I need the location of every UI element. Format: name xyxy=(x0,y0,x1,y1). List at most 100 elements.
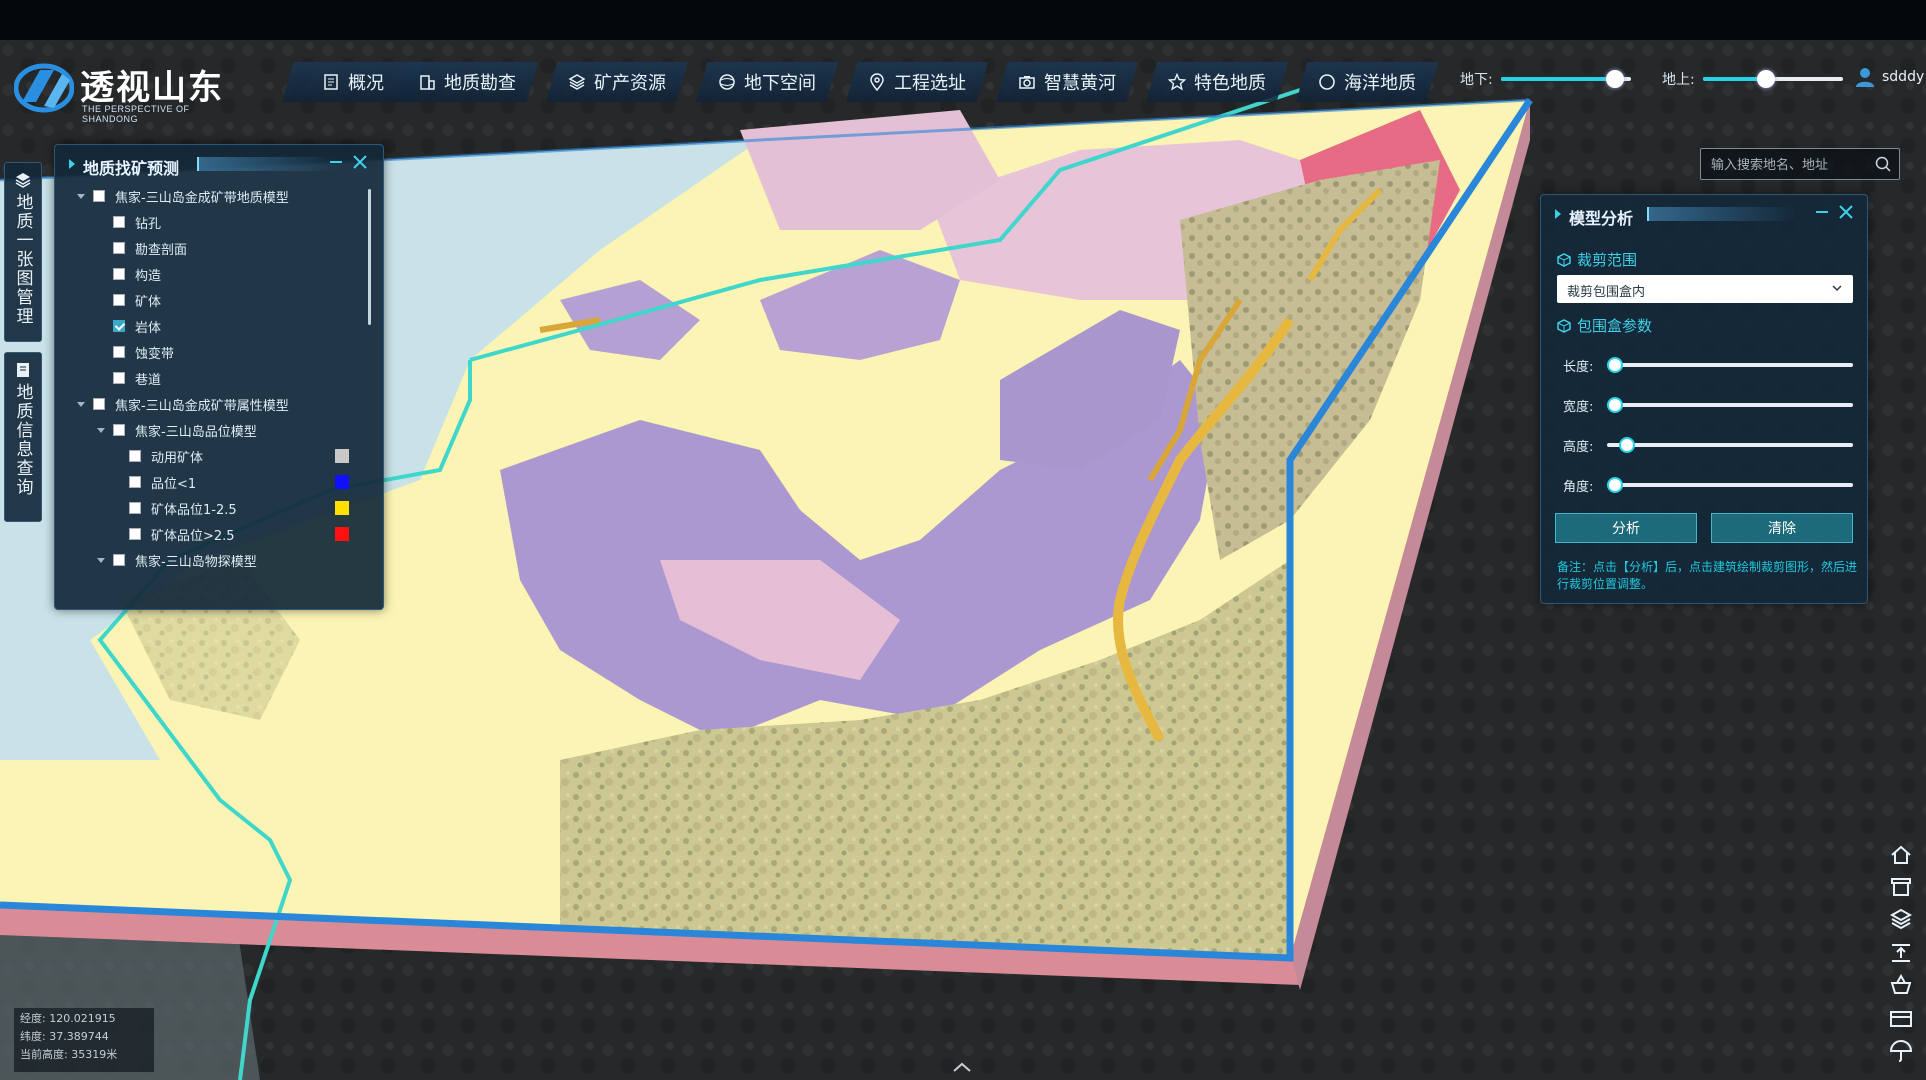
bbox-param-knob[interactable] xyxy=(1607,397,1623,413)
layer-tree-item[interactable]: 矿体 xyxy=(113,289,161,311)
layers-icon xyxy=(15,173,31,188)
bbox-param-knob[interactable] xyxy=(1607,357,1623,373)
nav-item-mineral-resources[interactable]: 矿产资源 xyxy=(546,62,688,102)
bbox-param-slider[interactable] xyxy=(1607,477,1853,493)
layer-tree-item[interactable]: 品位<1 xyxy=(129,471,196,493)
caret-right-icon xyxy=(1555,209,1561,219)
nav-label: 智慧黄河 xyxy=(1044,73,1116,94)
layer-tree-item[interactable]: 矿体品位>2.5 xyxy=(129,523,235,545)
cube-icon xyxy=(1557,252,1571,267)
latitude-readout: 纬度: 37.389744 xyxy=(20,1030,109,1043)
legend-swatch xyxy=(335,475,349,489)
expand-arrow-icon[interactable] xyxy=(97,557,105,563)
layer-checkbox[interactable] xyxy=(129,502,141,514)
user-menu[interactable]: sdddy xyxy=(1854,66,1924,88)
layer-tree-item[interactable]: 焦家-三山岛物探模型 xyxy=(97,549,257,571)
layer-tree-item[interactable]: 巷道 xyxy=(113,367,161,389)
panel-icon[interactable] xyxy=(1888,1006,1914,1032)
app-logo[interactable]: 透视山东 THE PERSPECTIVE OF SHANDONG xyxy=(14,58,244,124)
legend-swatch xyxy=(335,449,349,463)
umbrella-icon[interactable] xyxy=(1888,1038,1914,1064)
layers-icon[interactable] xyxy=(1888,906,1914,932)
layer-checkbox[interactable] xyxy=(113,372,125,384)
nav-item-smart-yellow-river[interactable]: 智慧黄河 xyxy=(996,62,1138,102)
ground-slider[interactable] xyxy=(1702,70,1843,88)
layers-icon xyxy=(568,73,586,91)
layer-tree: 焦家-三山岛金成矿带地质模型钻孔勘查剖面构造矿体岩体蚀变带巷道焦家-三山岛金成矿… xyxy=(55,185,365,601)
expand-arrow-icon[interactable] xyxy=(77,193,85,199)
layer-checkbox[interactable] xyxy=(113,424,125,436)
layer-tree-item[interactable]: 勘查剖面 xyxy=(113,237,187,259)
chevron-up-icon[interactable] xyxy=(950,1060,974,1074)
layer-checkbox[interactable] xyxy=(93,190,105,202)
bbox-param-knob[interactable] xyxy=(1607,477,1623,493)
clip-mode-select[interactable]: 裁剪包围盒内 xyxy=(1557,275,1853,303)
layer-tree-item[interactable]: 蚀变带 xyxy=(113,341,174,363)
close-icon[interactable] xyxy=(351,153,369,171)
underground-slider-knob[interactable] xyxy=(1606,70,1625,88)
layer-checkbox[interactable] xyxy=(129,476,141,488)
layer-checkbox[interactable] xyxy=(113,216,125,228)
nav-item-site-selection[interactable]: 工程选址 xyxy=(846,62,988,102)
layer-tree-item[interactable]: 焦家-三山岛品位模型 xyxy=(97,419,257,441)
nav-item-underground-space[interactable]: 地下空间 xyxy=(696,62,838,102)
basket-icon[interactable] xyxy=(1888,972,1914,998)
search-input[interactable] xyxy=(1709,153,1873,177)
nav-item-featured-geology[interactable]: 特色地质 xyxy=(1146,62,1288,102)
layer-label: 动用矿体 xyxy=(151,450,204,466)
layer-tree-item[interactable]: 钻孔 xyxy=(113,211,161,233)
layer-checkbox[interactable] xyxy=(113,554,125,566)
search-icon[interactable] xyxy=(1875,156,1891,172)
nav-item-geology-survey[interactable]: 地质勘查 xyxy=(396,62,538,102)
scrollbar[interactable] xyxy=(368,189,371,325)
underground-slider[interactable] xyxy=(1500,70,1631,88)
layer-tree-item[interactable]: 焦家-三山岛金成矿带属性模型 xyxy=(77,393,289,415)
bbox-param-row: 长度: xyxy=(1557,353,1857,377)
chevron-down-icon xyxy=(1832,285,1842,292)
home-icon[interactable] xyxy=(1888,842,1914,868)
analyze-button[interactable]: 分析 xyxy=(1555,513,1697,543)
layer-checkbox[interactable] xyxy=(129,450,141,462)
layer-checkbox[interactable] xyxy=(113,320,125,332)
bbox-param-slider[interactable] xyxy=(1607,397,1853,413)
tab-label: 地质一张图管理 xyxy=(12,193,33,326)
clip-range-label: 裁剪范围 xyxy=(1577,251,1638,269)
model-panel-header: 模型分析 xyxy=(1541,195,1867,231)
layer-tree-item[interactable]: 岩体 xyxy=(113,315,161,337)
bbox-param-knob[interactable] xyxy=(1618,437,1635,453)
tab-geology-info-query[interactable]: 地质信息查询 xyxy=(4,352,42,522)
layer-checkbox[interactable] xyxy=(113,346,125,358)
layer-tree-item[interactable]: 构造 xyxy=(113,263,161,285)
nav-item-marine-geology[interactable]: 海洋地质 xyxy=(1296,62,1438,102)
layer-tree-item[interactable]: 焦家-三山岛金成矿带地质模型 xyxy=(77,185,289,207)
layer-checkbox[interactable] xyxy=(113,294,125,306)
layer-checkbox[interactable] xyxy=(113,268,125,280)
elevation-icon[interactable] xyxy=(1888,940,1914,966)
user-icon xyxy=(1856,68,1874,87)
logo-mark-icon xyxy=(14,63,74,113)
title-decoration xyxy=(197,157,337,171)
nav-label: 概况 xyxy=(348,73,384,94)
minimize-icon[interactable] xyxy=(327,153,345,171)
expand-arrow-icon[interactable] xyxy=(77,401,85,407)
height-readout: 当前高度: 35319米 xyxy=(20,1048,118,1061)
layer-tree-item[interactable]: 动用矿体 xyxy=(129,445,203,467)
bbox-param-slider[interactable] xyxy=(1607,437,1853,453)
ground-slider-knob[interactable] xyxy=(1756,70,1775,88)
layer-label: 钻孔 xyxy=(135,216,162,232)
archive-icon[interactable] xyxy=(1888,874,1914,900)
bbox-param-slider[interactable] xyxy=(1607,357,1853,373)
layer-checkbox[interactable] xyxy=(129,528,141,540)
minimize-icon[interactable] xyxy=(1813,203,1831,221)
layer-checkbox[interactable] xyxy=(93,398,105,410)
clear-button[interactable]: 清除 xyxy=(1711,513,1853,543)
close-icon[interactable] xyxy=(1837,203,1855,221)
nav-label: 地质勘查 xyxy=(444,73,516,94)
layer-panel: 地质找矿预测 焦家-三山岛金成矿带地质模型 钻孔 勘查剖面 构造 矿体 岩体 蚀变带 巷道 焦家… xyxy=(54,144,384,610)
tab-geology-map-management[interactable]: 地质一张图管理 xyxy=(4,162,42,342)
layer-tree-item[interactable]: 矿体品位1-2.5 xyxy=(129,497,237,519)
expand-arrow-icon[interactable] xyxy=(97,427,105,433)
layer-checkbox[interactable] xyxy=(113,242,125,254)
legend-swatch xyxy=(335,527,349,541)
cube-icon xyxy=(1557,318,1571,333)
